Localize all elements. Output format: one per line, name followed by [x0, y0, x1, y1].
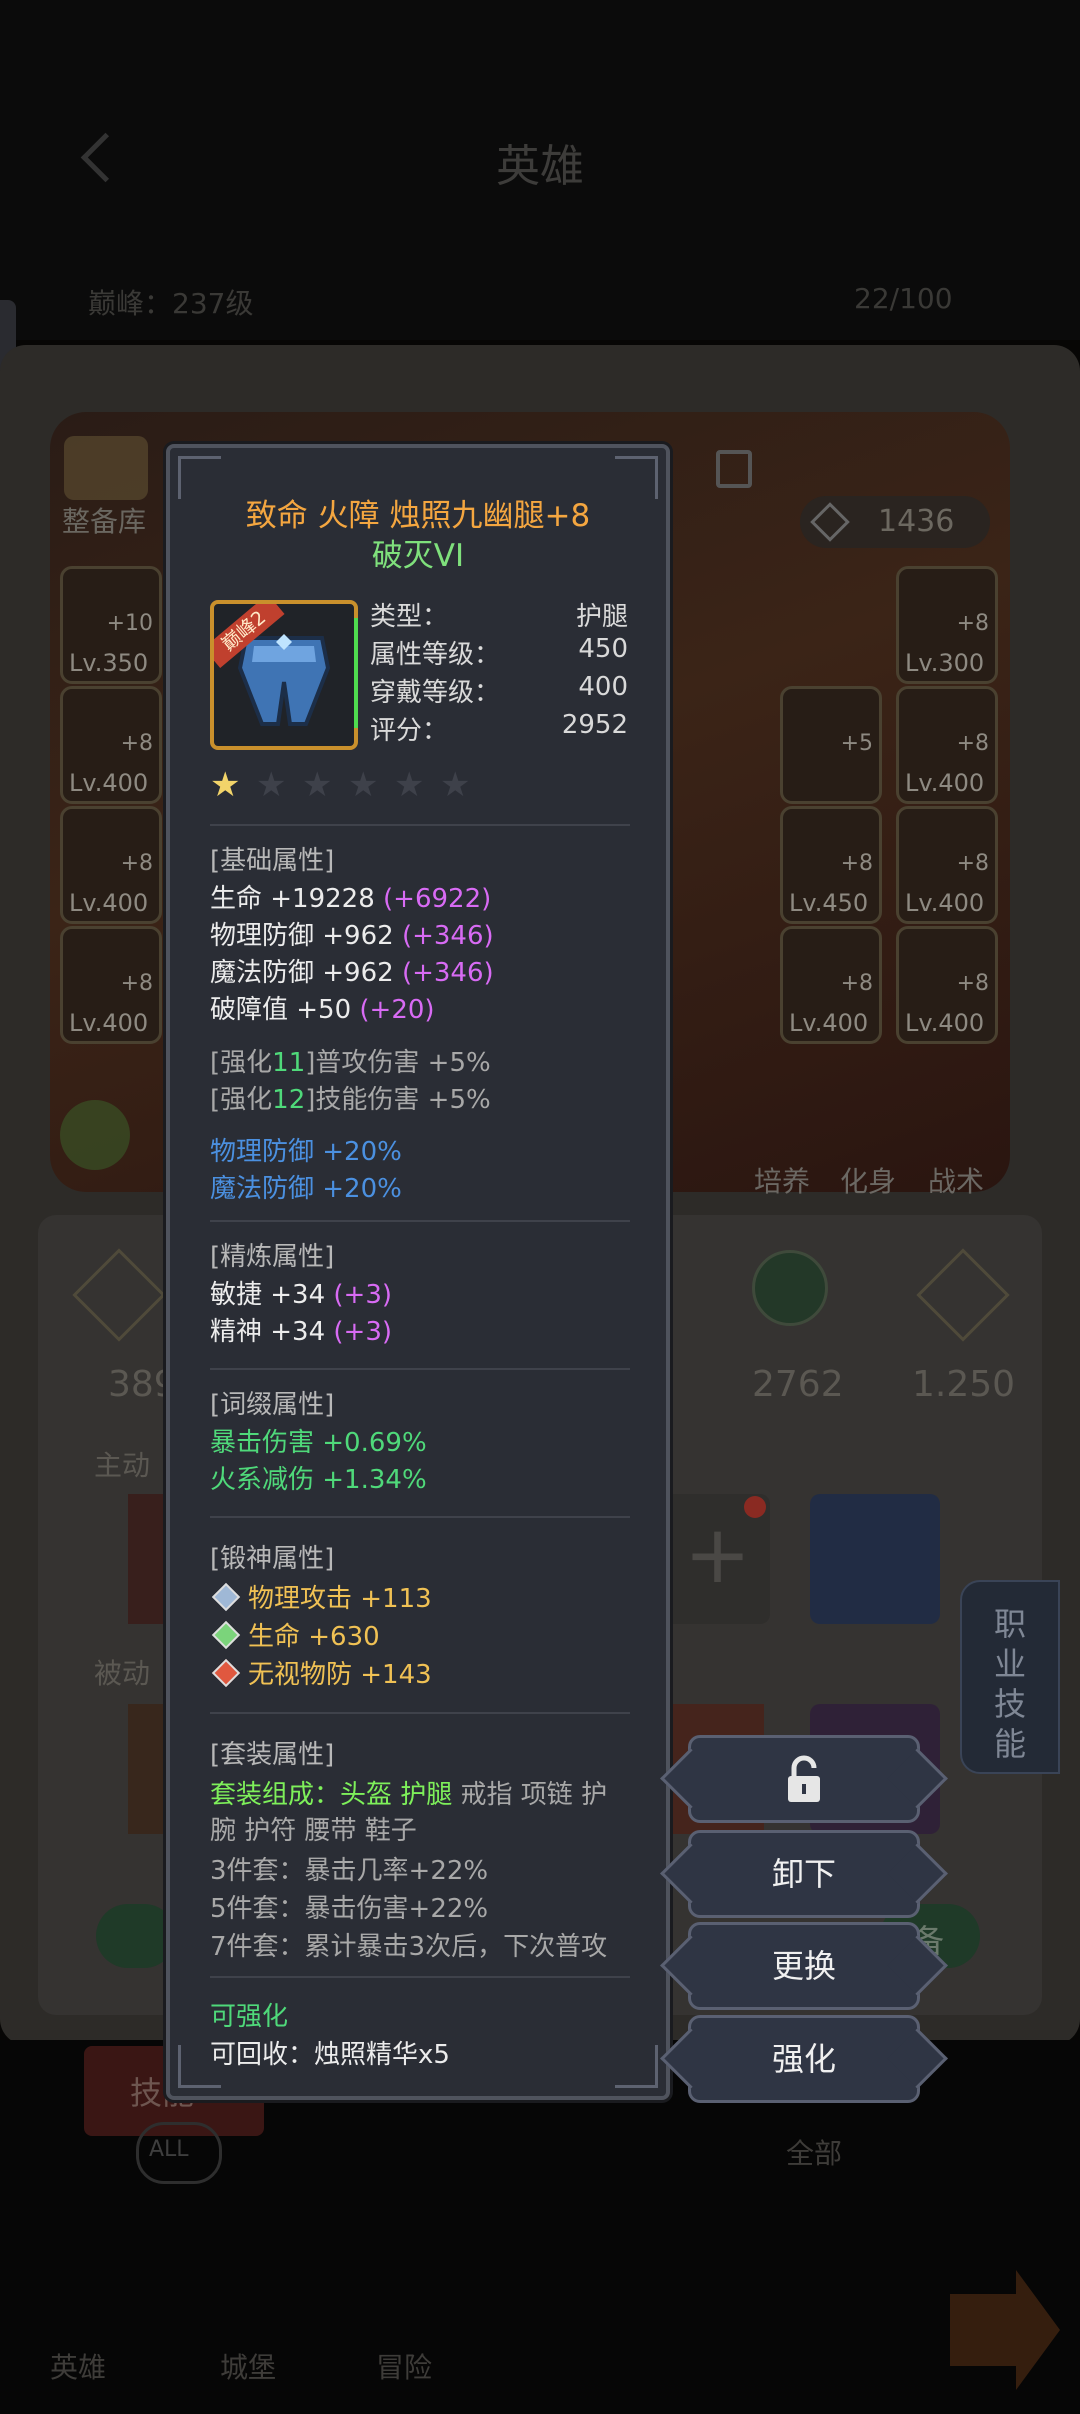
set-bonus: 5件套：暴击伤害+22%: [210, 1894, 489, 1924]
unequip-button[interactable]: 卸下: [688, 1830, 920, 1918]
info-row-wear-level: 穿戴等级： 400: [370, 672, 628, 708]
warehouse-label: 整备库: [62, 505, 147, 538]
lock-icon[interactable]: [716, 450, 752, 488]
divider: [210, 1712, 630, 1714]
enhance-bonus: [强化12]技能伤害 +5%: [210, 1085, 491, 1115]
item-icon-frame: 巅峰2: [210, 600, 358, 750]
blue-effect: 魔法防御 +20%: [210, 1174, 402, 1204]
unlock-icon: [788, 1755, 820, 1802]
all-filter-badge[interactable]: ALL: [136, 2122, 222, 2184]
skill-icon[interactable]: [810, 1494, 940, 1624]
diamond-icon: [211, 1582, 241, 1612]
lock-button[interactable]: [688, 1735, 920, 1823]
refine-stat: 敏捷 +34 (+3): [210, 1280, 393, 1310]
equip-slot[interactable]: +8 Lv.450: [780, 806, 882, 924]
star-icon: ★: [348, 765, 379, 805]
avatar-label[interactable]: 化身: [840, 1160, 896, 1200]
nav-castle[interactable]: 城堡: [220, 2346, 276, 2386]
base-stat: 破障值 +50 (+20): [210, 995, 435, 1025]
equip-slot[interactable]: +8 Lv.400: [896, 926, 998, 1044]
set-bonus: 3件套：暴击几率+22%: [210, 1856, 489, 1886]
affix-stat: 火系减伤 +1.34%: [210, 1465, 427, 1495]
red-dot-icon: [744, 1496, 766, 1518]
star-icon: ★: [210, 765, 241, 805]
base-stat: 魔法防御 +962 (+346): [210, 958, 494, 988]
info-row-type: 类型： 护腿: [370, 602, 628, 632]
cultivate-label[interactable]: 培养: [754, 1160, 810, 1200]
divider: [210, 1368, 630, 1370]
equip-slot[interactable]: +8 Lv.400: [60, 806, 162, 924]
can-enhance-label: 可强化: [210, 2002, 289, 2032]
equip-slot[interactable]: +8 Lv.300: [896, 566, 998, 684]
green-skill-icon[interactable]: [60, 1100, 130, 1170]
enhance-bonus: [强化11]普攻伤害 +5%: [210, 1048, 491, 1078]
power-icon: [810, 502, 850, 542]
forge-stat: 物理攻击 +113: [210, 1578, 432, 1615]
warehouse-icon[interactable]: [64, 436, 148, 500]
base-attr-header: [基础属性]: [210, 846, 335, 876]
center-emblem-icon[interactable]: [752, 1250, 828, 1326]
tactics-label[interactable]: 战术: [928, 1160, 984, 1200]
base-stat: 物理防御 +962 (+346): [210, 921, 494, 951]
equip-slot[interactable]: +5: [780, 686, 882, 804]
set-attr-header: [套装属性]: [210, 1740, 335, 1770]
star-icon: ★: [440, 765, 471, 805]
plus-icon: +: [684, 1508, 752, 1601]
replace-button[interactable]: 更换: [688, 1922, 920, 2010]
diamond-icon: [211, 1620, 241, 1650]
star-icon: ★: [394, 765, 425, 805]
forge-stat: 无视物防 +143: [210, 1654, 432, 1691]
equip-slot[interactable]: +8 Lv.400: [896, 806, 998, 924]
nav-hero[interactable]: 英雄: [50, 2346, 106, 2386]
info-row-score: 评分： 2952: [370, 710, 628, 746]
affix-attr-header: [词缀属性]: [210, 1390, 335, 1420]
green-button[interactable]: [96, 1904, 176, 1968]
diamond-icon: [211, 1658, 241, 1688]
divider: [210, 1220, 630, 1222]
divider: [210, 1516, 630, 1518]
forge-stat: 生命 +630: [210, 1616, 380, 1653]
refine-attr-header: [精炼属性]: [210, 1242, 335, 1272]
stat-mid: 2762: [752, 1364, 844, 1405]
peak-level-label: 巅峰：237级: [88, 287, 254, 320]
skill-icon[interactable]: [128, 1494, 168, 1624]
power-value: 1436: [878, 504, 955, 539]
recycle-label: 可回收：烛照精华x5: [210, 2040, 450, 2070]
set-bonus: 7件套：累计暴击3次后，下次普攻: [210, 1932, 608, 1962]
divider: [210, 1976, 630, 1978]
refine-stat: 精神 +34 (+3): [210, 1317, 393, 1347]
power-box: 1436: [800, 496, 990, 548]
enhance-button[interactable]: 强化: [688, 2015, 920, 2103]
item-detail-popup: 致命 火障 烛照九幽腿+8 破灭VI 巅峰2 类型： 护腿 属性等级： 450 穿戴…: [166, 444, 670, 2100]
filter-all-label[interactable]: 全部: [786, 2132, 842, 2172]
active-skills-label: 主动: [94, 1449, 151, 1482]
screen-title: 英雄: [496, 141, 584, 192]
green-indicator: [354, 618, 358, 728]
affix-stat: 暴击伤害 +0.69%: [210, 1428, 427, 1458]
set-composition: 套装组成：头盔 护腿 戒指 项链 护: [210, 1780, 608, 1810]
hero-count-label: 22/100: [854, 282, 953, 315]
passive-skills-label: 被动: [94, 1657, 151, 1690]
corner-ornament: [615, 2045, 658, 2088]
equip-slot[interactable]: +10 Lv.350: [60, 566, 162, 684]
stat-right: 1.250: [912, 1364, 1016, 1405]
star-icon: ★: [302, 765, 333, 805]
equip-slot[interactable]: +8 Lv.400: [896, 686, 998, 804]
item-subtitle: 破灭VI: [371, 538, 465, 574]
item-name: 致命 火障 烛照九幽腿+8: [245, 498, 591, 534]
star-icon: ★: [256, 765, 287, 805]
divider: [210, 824, 630, 826]
profession-skills-tab[interactable]: 职业技能: [960, 1580, 1060, 1774]
equip-slot[interactable]: +8 Lv.400: [780, 926, 882, 1044]
forge-attr-header: [锻神属性]: [210, 1544, 335, 1574]
equip-slot[interactable]: +8 Lv.400: [60, 686, 162, 804]
blue-effect: 物理防御 +20%: [210, 1137, 402, 1167]
base-stat: 生命 +19228 (+6922): [210, 884, 492, 914]
equip-slot[interactable]: +8 Lv.400: [60, 926, 162, 1044]
nav-adventure[interactable]: 冒险: [376, 2346, 432, 2386]
skill-icon[interactable]: [128, 1704, 168, 1834]
info-row-attr-level: 属性等级： 450: [370, 634, 628, 670]
set-composition: 腕 护符 腰带 鞋子: [210, 1816, 417, 1846]
